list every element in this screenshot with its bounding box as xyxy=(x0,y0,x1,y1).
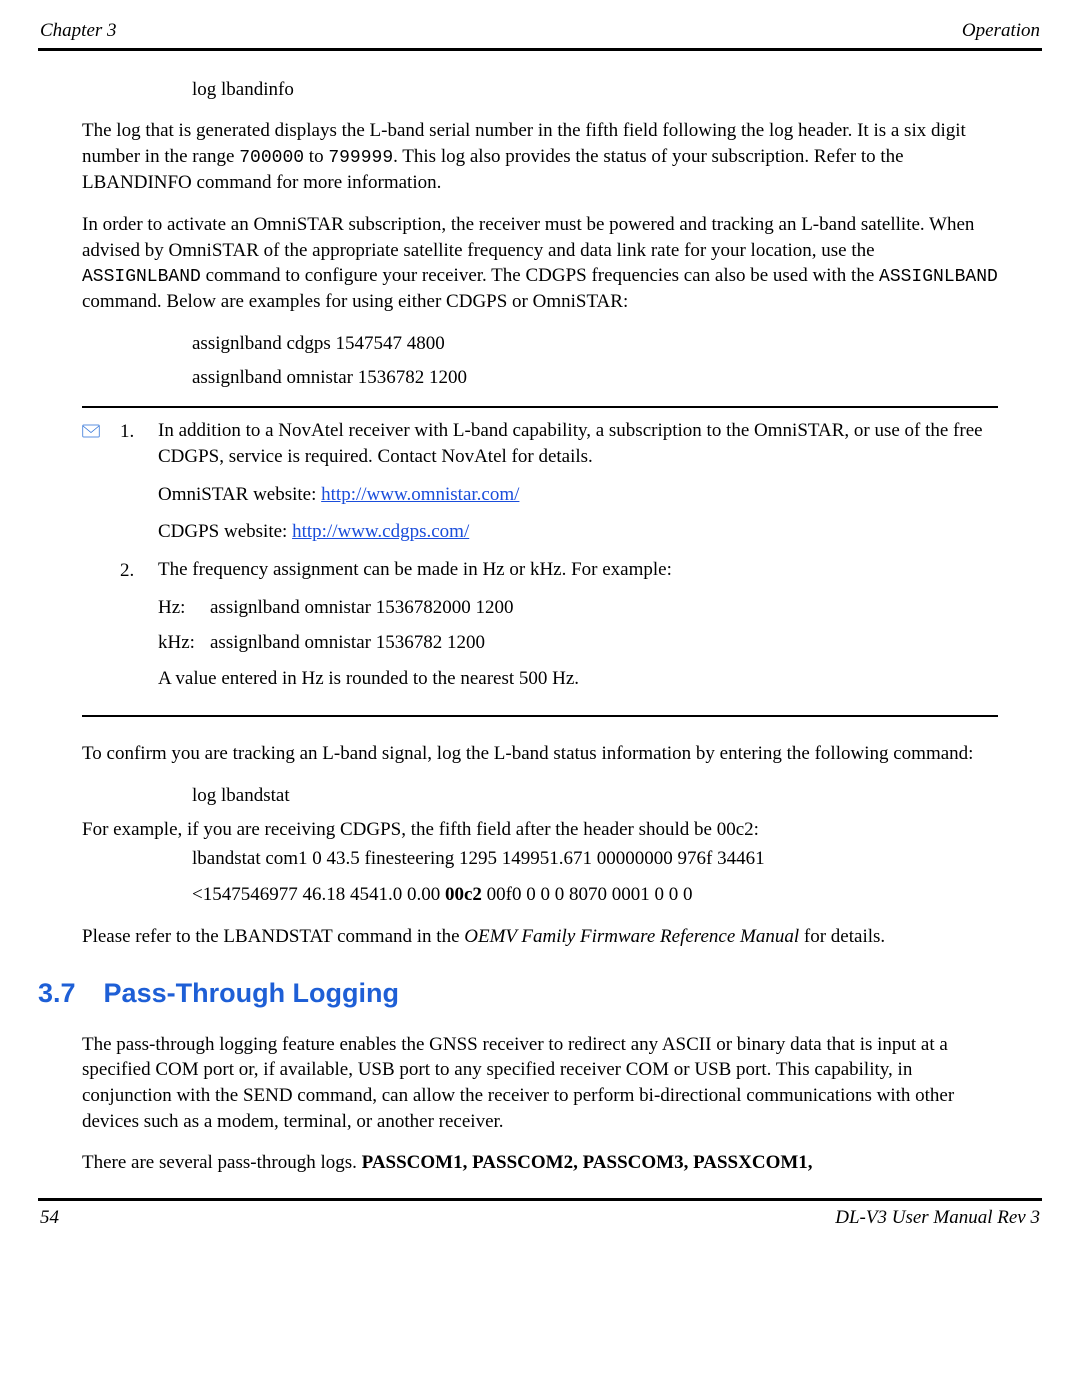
section-heading: 3.7 Pass-Through Logging xyxy=(38,975,1042,1011)
note-number: 1. xyxy=(120,418,148,557)
note-number: 2. xyxy=(120,557,148,704)
body-paragraph: For example, if you are receiving CDGPS,… xyxy=(82,817,998,843)
note-text: A value entered in Hz is rounded to the … xyxy=(158,666,998,692)
section-title: Pass-Through Logging xyxy=(104,975,399,1011)
definition-row: kHz: assignlband omnistar 1536782 1200 xyxy=(158,630,998,656)
definition-row: Hz: assignlband omnistar 1536782000 1200 xyxy=(158,595,998,621)
omnistar-link[interactable]: http://www.omnistar.com/ xyxy=(321,484,519,505)
body-paragraph: To confirm you are tracking an L-band si… xyxy=(82,741,998,767)
note-body: The frequency assignment can be made in … xyxy=(158,557,998,704)
output-line: <1547546977 46.18 4541.0 0.00 00c2 00f0 … xyxy=(192,882,998,908)
footer-rule xyxy=(38,1198,1042,1201)
khz-label: kHz: xyxy=(158,630,210,656)
manual-title: DL-V3 User Manual Rev 3 xyxy=(835,1205,1040,1231)
khz-value: assignlband omnistar 1536782 1200 xyxy=(210,630,998,656)
operation-label: Operation xyxy=(962,18,1040,44)
command-line: log lbandstat xyxy=(192,783,998,809)
note-text: The frequency assignment can be made in … xyxy=(158,557,998,583)
hz-value: assignlband omnistar 1536782000 1200 xyxy=(210,595,998,621)
body-paragraph: In order to activate an OmniSTAR subscri… xyxy=(82,212,998,315)
note-text: In addition to a NovAtel receiver with L… xyxy=(158,418,998,469)
note-link-row: OmniSTAR website: http://www.omnistar.co… xyxy=(158,482,998,508)
cdgps-link[interactable]: http://www.cdgps.com/ xyxy=(292,521,469,542)
note-box: 1. In addition to a NovAtel receiver wit… xyxy=(82,406,998,717)
output-line: lbandstat com1 0 43.5 finesteering 1295 … xyxy=(192,846,998,872)
page-number: 54 xyxy=(40,1205,59,1231)
body-paragraph: There are several pass-through logs. PAS… xyxy=(82,1150,998,1176)
command-line: log lbandinfo xyxy=(192,77,998,103)
note-body: In addition to a NovAtel receiver with L… xyxy=(158,418,998,557)
hz-label: Hz: xyxy=(158,595,210,621)
body-paragraph: Please refer to the LBANDSTAT command in… xyxy=(82,924,998,950)
body-paragraph: The log that is generated displays the L… xyxy=(82,118,998,196)
command-line: assignlband cdgps 1547547 4800 xyxy=(192,331,998,357)
command-line: assignlband omnistar 1536782 1200 xyxy=(192,365,998,391)
note-link-row: CDGPS website: http://www.cdgps.com/ xyxy=(158,519,998,545)
section-number: 3.7 xyxy=(38,975,76,1011)
mail-icon xyxy=(82,418,110,557)
header-rule xyxy=(38,48,1042,51)
chapter-label: Chapter 3 xyxy=(40,18,117,44)
body-paragraph: The pass-through logging feature enables… xyxy=(82,1032,998,1135)
